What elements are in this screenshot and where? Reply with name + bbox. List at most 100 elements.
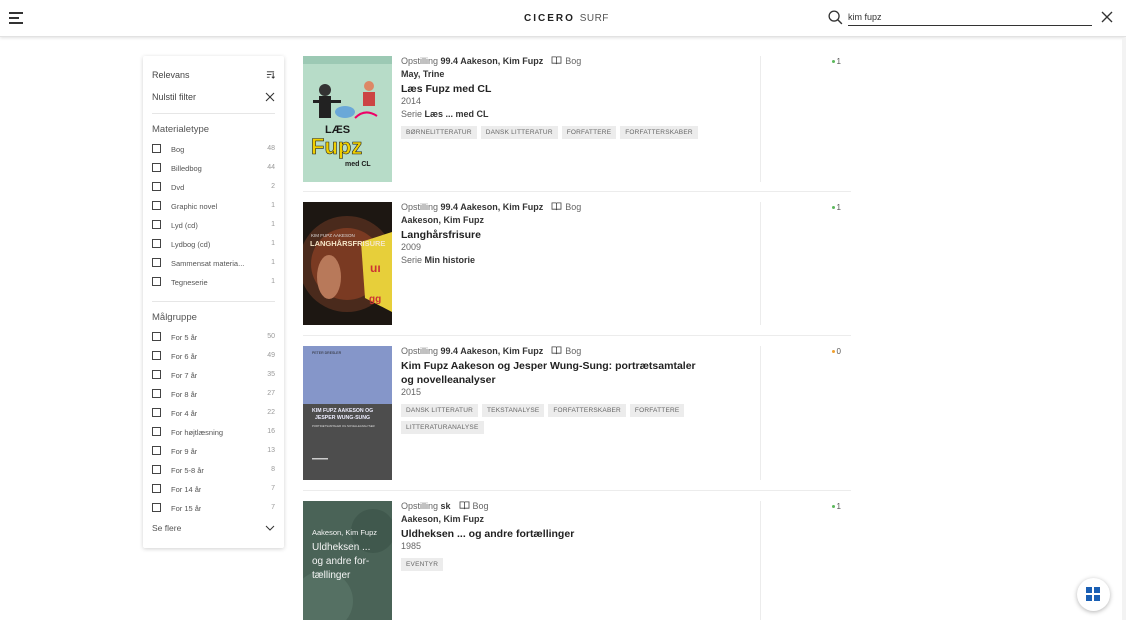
placement-line: Opstilling 99.4 Aakeson, Kim Fupz Bog — [401, 346, 731, 359]
checkbox[interactable] — [152, 220, 161, 229]
close-icon[interactable] — [265, 92, 275, 102]
scrollbar[interactable] — [1122, 38, 1126, 620]
divider — [303, 191, 851, 192]
filter-option[interactable]: Lydbog (cd) 1 — [152, 239, 275, 251]
checkbox[interactable] — [152, 484, 161, 493]
filter-option[interactable]: Billedbog 44 — [152, 163, 275, 175]
filter-option[interactable]: Graphic novel 1 — [152, 201, 275, 213]
serie-value[interactable]: Læs ... med CL — [425, 109, 489, 119]
checkbox[interactable] — [152, 351, 161, 360]
sort-icon[interactable] — [266, 70, 275, 79]
checkbox[interactable] — [152, 182, 161, 191]
filter-option[interactable]: Lyd (cd) 1 — [152, 220, 275, 232]
subject-tag[interactable]: FORFATTERE — [561, 126, 617, 139]
result-title[interactable]: Kim Fupz Aakeson og Jesper Wung-Sung: po… — [401, 359, 711, 387]
checkbox[interactable] — [152, 389, 161, 398]
subject-tag[interactable]: FORFATTERSKABER — [548, 404, 626, 417]
serie-value[interactable]: Min historie — [425, 255, 476, 265]
subject-tag[interactable]: BØRNELITTERATUR — [401, 126, 477, 139]
filter-option-label: Bog — [171, 145, 185, 154]
filter-option-label: For 15 år — [171, 504, 202, 513]
checkbox[interactable] — [152, 446, 161, 455]
filter-option[interactable]: For 4 år 22 — [152, 408, 275, 420]
filter-option[interactable]: For 5 år 50 — [152, 332, 275, 344]
book-icon — [551, 346, 562, 355]
filter-option[interactable]: Bog 48 — [152, 144, 275, 156]
placement-value: 99.4 Aakeson, Kim Fupz — [440, 202, 544, 212]
cover-illustration: Aakeson, Kim Fupz Uldheksen ... og andre… — [303, 501, 392, 620]
subject-tag[interactable]: DANSK LITTERATUR — [480, 126, 558, 139]
checkbox[interactable] — [152, 163, 161, 172]
result-item[interactable]: PETER DRESLER KIM FUPZ AAKESON OG JESPER… — [303, 346, 851, 480]
material-heading: Materialetype — [152, 124, 210, 135]
checkbox[interactable] — [152, 277, 161, 286]
filter-option[interactable]: For 14 år 7 — [152, 484, 275, 496]
app-logo[interactable]: CICERO SURF — [524, 13, 609, 24]
result-item[interactable]: uı gg KIM FUPZ AAKESON LANGHÅRSFRISURE O… — [303, 202, 851, 325]
result-serie: Serie Læs ... med CL — [401, 109, 731, 122]
filter-option-count: 27 — [267, 390, 275, 397]
result-item[interactable]: Aakeson, Kim Fupz Uldheksen ... og andre… — [303, 501, 851, 620]
see-more-button[interactable]: Se flere — [152, 523, 275, 533]
grid-icon — [1094, 587, 1100, 593]
checkbox[interactable] — [152, 427, 161, 436]
book-cover[interactable]: PETER DRESLER KIM FUPZ AAKESON OG JESPER… — [303, 346, 392, 480]
filter-option[interactable]: For 6 år 49 — [152, 351, 275, 363]
checkbox[interactable] — [152, 239, 161, 248]
checkbox[interactable] — [152, 465, 161, 474]
result-title[interactable]: Læs Fupz med CL — [401, 82, 731, 96]
search-input[interactable] — [848, 9, 1092, 26]
clear-search-icon[interactable] — [1101, 11, 1113, 23]
result-authors[interactable]: Aakeson, Kim Fupz — [401, 514, 731, 527]
subject-tag[interactable]: TEKSTANALYSE — [482, 404, 545, 417]
placement-line: Opstilling 99.4 Aakeson, Kim Fupz Bog — [401, 202, 731, 215]
sort-select[interactable]: Relevans — [152, 70, 275, 80]
book-cover[interactable]: LÆS Fupz med CL — [303, 56, 392, 182]
filter-option-count: 50 — [267, 333, 275, 340]
result-title[interactable]: Langhårsfrisure — [401, 228, 731, 242]
result-meta: Opstilling sk Bog Aakeson, Kim Fupz Uldhe… — [401, 501, 731, 575]
chevron-down-icon[interactable] — [265, 525, 275, 531]
result-year: 2009 — [401, 242, 422, 252]
subject-tag[interactable]: EVENTYR — [401, 558, 444, 571]
filter-option-count: 1 — [271, 259, 275, 266]
reset-filter-button[interactable]: Nulstil filter — [152, 92, 275, 102]
filter-option[interactable]: Sammensat materia... 1 — [152, 258, 275, 270]
filter-option[interactable]: For 9 år 13 — [152, 446, 275, 458]
result-authors[interactable]: Aakeson, Kim Fupz — [401, 215, 731, 228]
checkbox[interactable] — [152, 408, 161, 417]
subject-tag[interactable]: FORFATTERE — [629, 404, 685, 417]
filter-option[interactable]: Dvd 2 — [152, 182, 275, 194]
checkbox[interactable] — [152, 503, 161, 512]
filter-option-count: 7 — [271, 485, 275, 492]
filter-option[interactable]: For 5-8 år 8 — [152, 465, 275, 477]
cover-title-line: og andre for- — [312, 556, 369, 567]
filter-panel: Relevans Nulstil filter Materialetype Bo… — [143, 56, 284, 548]
subject-tag[interactable]: LITTERATURANALYSE — [401, 421, 484, 434]
book-cover[interactable]: Aakeson, Kim Fupz Uldheksen ... og andre… — [303, 501, 392, 620]
checkbox[interactable] — [152, 332, 161, 341]
filter-option[interactable]: Tegneserie 1 — [152, 277, 275, 289]
filter-option[interactable]: For 15 år 7 — [152, 503, 275, 515]
result-authors[interactable]: May, Trine — [401, 69, 731, 82]
result-item[interactable]: LÆS Fupz med CL Opstilling 99.4 Aakeson,… — [303, 56, 851, 182]
filter-option[interactable]: For højtlæsning 16 — [152, 427, 275, 439]
filter-option[interactable]: For 7 år 35 — [152, 370, 275, 382]
availability-indicator: 1 — [831, 203, 841, 212]
availability-dot — [831, 505, 835, 508]
subject-tag[interactable]: FORFATTERSKABER — [620, 126, 698, 139]
availability-count: 0 — [836, 347, 841, 356]
checkbox[interactable] — [152, 370, 161, 379]
filter-option[interactable]: For 8 år 27 — [152, 389, 275, 401]
cover-title-sub: med CL — [345, 161, 371, 168]
checkbox[interactable] — [152, 201, 161, 210]
search-icon[interactable] — [828, 10, 843, 25]
checkbox[interactable] — [152, 144, 161, 153]
book-cover[interactable]: uı gg KIM FUPZ AAKESON LANGHÅRSFRISURE — [303, 202, 392, 325]
filter-option-label: Graphic novel — [171, 202, 218, 211]
hamburger-menu-icon[interactable] — [9, 12, 23, 24]
checkbox[interactable] — [152, 258, 161, 267]
subject-tag[interactable]: DANSK LITTERATUR — [401, 404, 479, 417]
apps-grid-button[interactable] — [1077, 578, 1110, 611]
result-title[interactable]: Uldheksen ... og andre fortællinger — [401, 527, 731, 541]
